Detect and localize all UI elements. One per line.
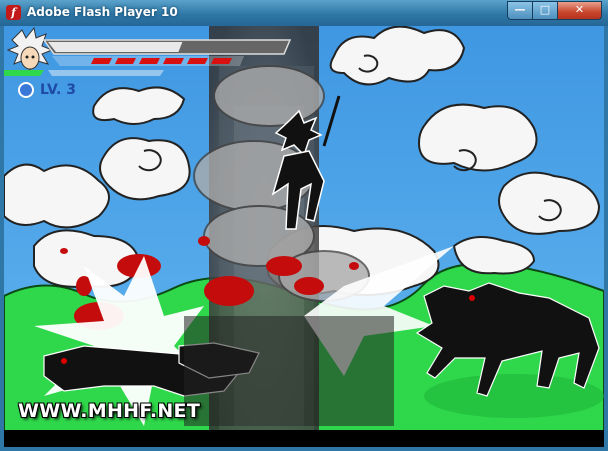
health-bar [42,39,292,55]
special-segment [187,58,208,64]
special-segment [139,58,160,64]
minimize-button[interactable]: — [507,1,533,20]
bottom-black-bar [4,430,604,447]
level-label: LV. 3 [40,82,76,98]
player-avatar [6,26,54,72]
close-icon: ✕ [574,3,585,16]
special-segment [211,58,232,64]
level-indicator: LV. 3 [18,82,76,98]
site-watermark: WWW.MHHF.NET [18,400,201,422]
special-segment [91,58,112,64]
cloud [417,103,538,172]
flash-player-icon: f [6,5,21,20]
level-icon [18,82,34,98]
window-title-bar[interactable]: f Adobe Flash Player 10 — □ ✕ [0,0,608,27]
window-frame-bottom [0,447,608,451]
maximize-button[interactable]: □ [532,1,558,20]
window-frame-right [604,26,608,451]
maximize-icon: □ [539,3,551,16]
game-canvas[interactable]: LV. 3 WWW.MHHF.NET [4,26,604,447]
window-title: Adobe Flash Player 10 [27,5,178,19]
ground-shadow-blur [184,316,394,426]
close-button[interactable]: ✕ [557,1,602,20]
minimize-icon: — [514,3,526,16]
special-segment [163,58,184,64]
special-segment [115,58,136,64]
